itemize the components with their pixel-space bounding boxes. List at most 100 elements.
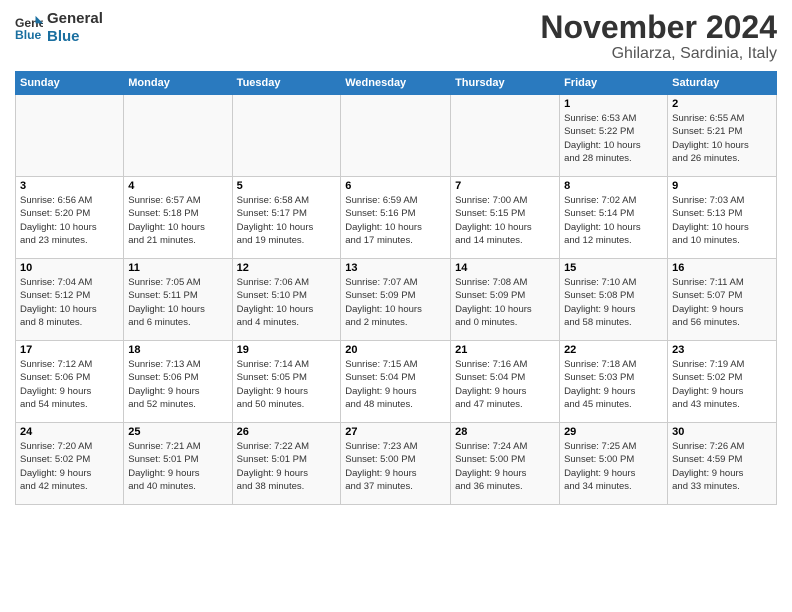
title-block: November 2024 Ghilarza, Sardinia, Italy [540,10,777,63]
cell-r1-c0: 3 Sunrise: 6:56 AM Sunset: 5:20 PM Daylig… [16,177,124,259]
cell-r3-c4: 21Sunrise: 7:16 AM Sunset: 5:04 PM Dayli… [451,341,560,423]
day-info: Sunrise: 7:07 AM Sunset: 5:09 PM Dayligh… [345,276,446,329]
day-number: 20 [345,344,446,356]
col-monday: Monday [124,72,232,95]
day-number: 28 [455,426,555,438]
cell-r2-c1: 11 Sunrise: 7:05 AM Sunset: 5:11 PM Dayli… [124,259,232,341]
cell-r3-c6: 23Sunrise: 7:19 AM Sunset: 5:02 PM Dayli… [668,341,777,423]
calendar-row-4: 24Sunrise: 7:20 AM Sunset: 5:02 PM Dayli… [16,423,777,505]
header-row: Sunday Monday Tuesday Wednesday Thursday… [16,72,777,95]
day-info: Sunrise: 7:22 AM Sunset: 5:01 PM Dayligh… [237,440,337,493]
cell-r1-c1: 4 Sunrise: 6:57 AM Sunset: 5:18 PM Daylig… [124,177,232,259]
cell-r0-c0 [16,95,124,177]
day-number: 25 [128,426,227,438]
col-thursday: Thursday [451,72,560,95]
day-info: Sunrise: 6:59 AM Sunset: 5:16 PM Dayligh… [345,194,446,247]
cell-r0-c3 [341,95,451,177]
cell-r0-c4 [451,95,560,177]
cell-r3-c3: 20 Sunrise: 7:15 AM Sunset: 5:04 PM Dayli… [341,341,451,423]
day-info: Sunrise: 7:18 AM Sunset: 5:03 PM Dayligh… [564,358,663,411]
day-info: Sunrise: 6:53 AM Sunset: 5:22 PM Dayligh… [564,112,663,165]
col-wednesday: Wednesday [341,72,451,95]
cell-r3-c0: 17Sunrise: 7:12 AM Sunset: 5:06 PM Dayli… [16,341,124,423]
calendar-row-0: 1 Sunrise: 6:53 AM Sunset: 5:22 PM Daylig… [16,95,777,177]
cell-r2-c0: 10 Sunrise: 7:04 AM Sunset: 5:12 PM Dayli… [16,259,124,341]
day-number: 26 [237,426,337,438]
day-info: Sunrise: 7:03 AM Sunset: 5:13 PM Dayligh… [672,194,772,247]
cell-r1-c2: 5Sunrise: 6:58 AM Sunset: 5:17 PM Daylig… [232,177,341,259]
cell-r1-c5: 8Sunrise: 7:02 AM Sunset: 5:14 PM Daylig… [560,177,668,259]
day-info: Sunrise: 7:11 AM Sunset: 5:07 PM Dayligh… [672,276,772,329]
cell-r0-c1 [124,95,232,177]
day-info: Sunrise: 7:19 AM Sunset: 5:02 PM Dayligh… [672,358,772,411]
day-number: 12 [237,262,337,274]
day-number: 19 [237,344,337,356]
day-number: 11 [128,262,227,274]
cell-r2-c4: 14 Sunrise: 7:08 AM Sunset: 5:09 PM Dayli… [451,259,560,341]
day-info: Sunrise: 7:05 AM Sunset: 5:11 PM Dayligh… [128,276,227,329]
day-number: 22 [564,344,663,356]
location: Ghilarza, Sardinia, Italy [540,45,777,63]
day-info: Sunrise: 7:24 AM Sunset: 5:00 PM Dayligh… [455,440,555,493]
cell-r3-c2: 19 Sunrise: 7:14 AM Sunset: 5:05 PM Dayli… [232,341,341,423]
day-number: 4 [128,180,227,192]
day-number: 3 [20,180,119,192]
month-title: November 2024 [540,10,777,45]
col-saturday: Saturday [668,72,777,95]
day-number: 2 [672,98,772,110]
cell-r1-c3: 6 Sunrise: 6:59 AM Sunset: 5:16 PM Daylig… [341,177,451,259]
page: General Blue General Blue November 2024 … [0,0,792,612]
day-number: 13 [345,262,446,274]
svg-text:Blue: Blue [15,28,42,42]
day-info: Sunrise: 6:55 AM Sunset: 5:21 PM Dayligh… [672,112,772,165]
day-number: 6 [345,180,446,192]
cell-r4-c5: 29 Sunrise: 7:25 AM Sunset: 5:00 PM Dayli… [560,423,668,505]
day-info: Sunrise: 7:04 AM Sunset: 5:12 PM Dayligh… [20,276,119,329]
day-info: Sunrise: 7:00 AM Sunset: 5:15 PM Dayligh… [455,194,555,247]
col-sunday: Sunday [16,72,124,95]
cell-r3-c1: 18 Sunrise: 7:13 AM Sunset: 5:06 PM Dayli… [124,341,232,423]
cell-r4-c4: 28 Sunrise: 7:24 AM Sunset: 5:00 PM Dayli… [451,423,560,505]
cell-r2-c3: 13 Sunrise: 7:07 AM Sunset: 5:09 PM Dayli… [341,259,451,341]
day-number: 24 [20,426,119,438]
day-number: 29 [564,426,663,438]
day-info: Sunrise: 7:25 AM Sunset: 5:00 PM Dayligh… [564,440,663,493]
cell-r4-c2: 26 Sunrise: 7:22 AM Sunset: 5:01 PM Dayli… [232,423,341,505]
day-number: 7 [455,180,555,192]
day-info: Sunrise: 7:02 AM Sunset: 5:14 PM Dayligh… [564,194,663,247]
logo-icon: General Blue [15,14,43,42]
day-number: 15 [564,262,663,274]
cell-r2-c2: 12 Sunrise: 7:06 AM Sunset: 5:10 PM Dayli… [232,259,341,341]
header: General Blue General Blue November 2024 … [15,10,777,63]
calendar-row-1: 3 Sunrise: 6:56 AM Sunset: 5:20 PM Daylig… [16,177,777,259]
day-number: 18 [128,344,227,356]
day-number: 1 [564,98,663,110]
cell-r3-c5: 22 Sunrise: 7:18 AM Sunset: 5:03 PM Dayli… [560,341,668,423]
cell-r2-c6: 16 Sunrise: 7:11 AM Sunset: 5:07 PM Dayli… [668,259,777,341]
logo-line1: General [47,10,103,28]
day-info: Sunrise: 7:13 AM Sunset: 5:06 PM Dayligh… [128,358,227,411]
cell-r1-c6: 9 Sunrise: 7:03 AM Sunset: 5:13 PM Daylig… [668,177,777,259]
day-number: 27 [345,426,446,438]
day-info: Sunrise: 7:10 AM Sunset: 5:08 PM Dayligh… [564,276,663,329]
day-info: Sunrise: 7:15 AM Sunset: 5:04 PM Dayligh… [345,358,446,411]
logo: General Blue General Blue [15,10,103,46]
cell-r4-c3: 27 Sunrise: 7:23 AM Sunset: 5:00 PM Dayli… [341,423,451,505]
day-number: 14 [455,262,555,274]
calendar-table: Sunday Monday Tuesday Wednesday Thursday… [15,71,777,505]
day-info: Sunrise: 7:14 AM Sunset: 5:05 PM Dayligh… [237,358,337,411]
day-number: 16 [672,262,772,274]
calendar-row-3: 17Sunrise: 7:12 AM Sunset: 5:06 PM Dayli… [16,341,777,423]
day-number: 9 [672,180,772,192]
day-info: Sunrise: 7:06 AM Sunset: 5:10 PM Dayligh… [237,276,337,329]
day-info: Sunrise: 6:57 AM Sunset: 5:18 PM Dayligh… [128,194,227,247]
logo-line2: Blue [47,28,103,46]
cell-r4-c1: 25Sunrise: 7:21 AM Sunset: 5:01 PM Dayli… [124,423,232,505]
cell-r4-c6: 30Sunrise: 7:26 AM Sunset: 4:59 PM Dayli… [668,423,777,505]
cell-r1-c4: 7 Sunrise: 7:00 AM Sunset: 5:15 PM Daylig… [451,177,560,259]
day-info: Sunrise: 7:08 AM Sunset: 5:09 PM Dayligh… [455,276,555,329]
day-number: 10 [20,262,119,274]
day-info: Sunrise: 6:56 AM Sunset: 5:20 PM Dayligh… [20,194,119,247]
day-number: 5 [237,180,337,192]
day-info: Sunrise: 7:23 AM Sunset: 5:00 PM Dayligh… [345,440,446,493]
